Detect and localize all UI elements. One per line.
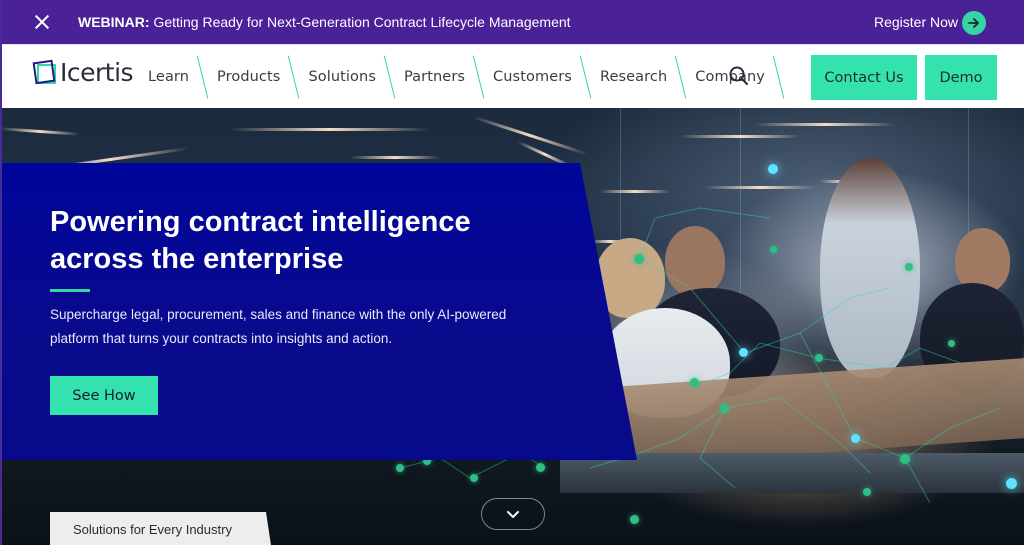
search-icon [729, 66, 748, 85]
announcement-text: Getting Ready for Next-Generation Contra… [149, 14, 571, 30]
icertis-logo[interactable]: Icertis [32, 58, 134, 87]
chevron-down-icon [507, 510, 519, 518]
announcement-message[interactable]: WEBINAR: Getting Ready for Next-Generati… [78, 14, 571, 30]
hero-accent-rule [50, 289, 90, 292]
contact-us-button[interactable]: Contact Us [811, 55, 917, 100]
see-how-button[interactable]: See How [50, 376, 158, 415]
nav-divider [288, 55, 300, 99]
solutions-industry-tab[interactable]: Solutions for Every Industry [50, 512, 272, 545]
logo-mark-icon [32, 59, 58, 87]
hero-section: Powering contract intelligence across th… [0, 108, 1024, 545]
register-now-link[interactable]: Register Now [874, 14, 958, 30]
nav-item-research[interactable]: Research [592, 45, 675, 109]
nav-item-learn[interactable]: Learn [140, 45, 197, 109]
scroll-down-button[interactable] [481, 498, 545, 530]
nav-item-solutions[interactable]: Solutions [300, 45, 384, 109]
announcement-bar: WEBINAR: Getting Ready for Next-Generati… [0, 0, 1024, 44]
nav-item-partners[interactable]: Partners [396, 45, 473, 109]
hero-title: Powering contract intelligence across th… [50, 204, 610, 278]
register-arrow-button[interactable] [962, 11, 986, 35]
search-button[interactable] [728, 65, 750, 87]
nav-menu: Learn Products Solutions Partners Custom… [140, 45, 785, 109]
logo-text: Icertis [60, 58, 134, 87]
nav-divider [384, 55, 396, 99]
demo-button[interactable]: Demo [925, 55, 997, 100]
nav-divider [197, 55, 209, 99]
nav-item-customers[interactable]: Customers [485, 45, 580, 109]
hero-title-line-1: Powering contract intelligence [50, 206, 471, 238]
hero-panel: Powering contract intelligence across th… [0, 163, 637, 460]
hero-subtitle-line-1: Supercharge legal, procurement, sales an… [50, 307, 507, 322]
announcement-label: WEBINAR: [78, 14, 150, 30]
nav-divider [473, 55, 485, 99]
nav-item-products[interactable]: Products [209, 45, 288, 109]
window-frame-edge [0, 0, 2, 545]
main-navigation: Icertis Learn Products Solutions Partner… [0, 44, 1024, 108]
hero-title-line-2: across the enterprise [50, 243, 344, 275]
arrow-right-icon [968, 18, 979, 28]
nav-divider [773, 55, 785, 99]
close-icon[interactable] [32, 12, 52, 32]
hero-subtitle-line-2: platform that turns your contracts into … [50, 331, 393, 346]
nav-divider [580, 55, 592, 99]
hero-subtitle: Supercharge legal, procurement, sales an… [50, 303, 570, 351]
nav-divider [675, 55, 687, 99]
